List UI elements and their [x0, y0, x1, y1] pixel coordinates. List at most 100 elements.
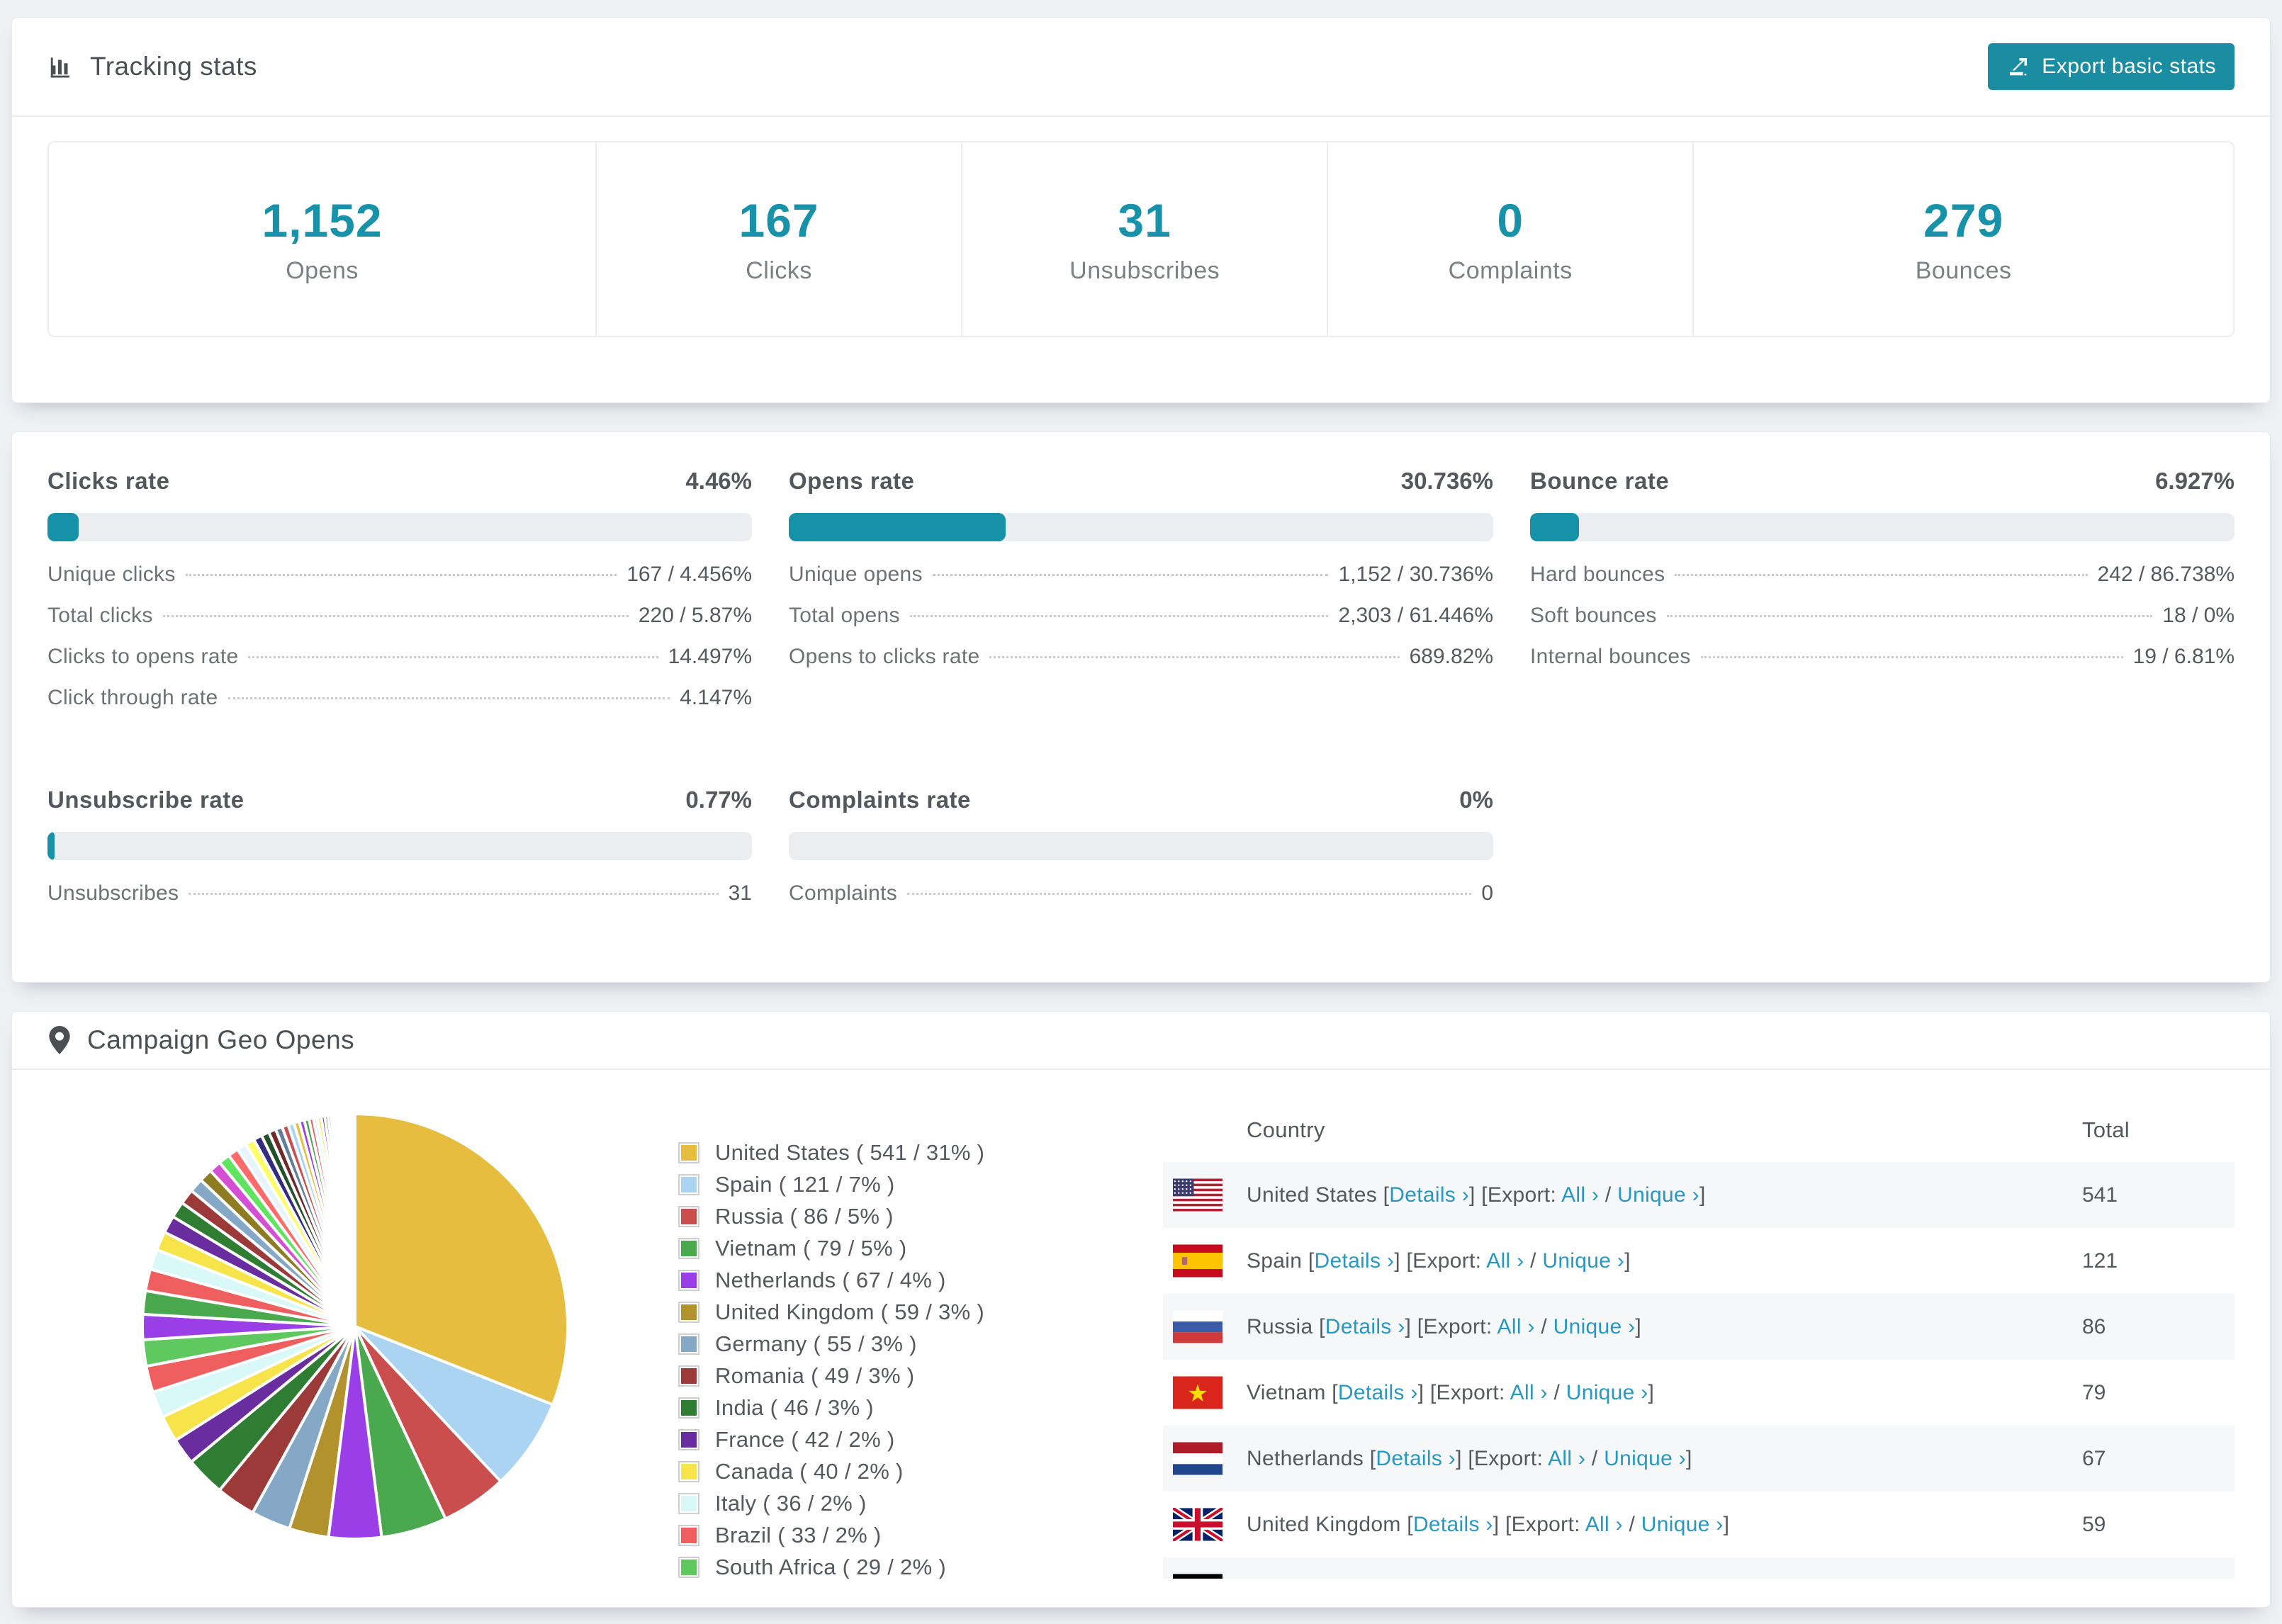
- column-header-total: Total: [2082, 1117, 2130, 1142]
- export-all-link[interactable]: All ›: [1497, 1315, 1535, 1338]
- country-name: Vietnam: [1247, 1380, 1326, 1404]
- pie-slice[interactable]: [352, 1112, 356, 1328]
- legend-label: France ( 42 / 2% ): [715, 1426, 895, 1452]
- table-row-de: Germany [Details ›] [Export: All › / Uni…: [1163, 1557, 2235, 1579]
- legend-color-swatch: [678, 1428, 699, 1450]
- rate-detail-row: Total clicks 220 / 5.87%: [47, 604, 752, 627]
- export-basic-stats-button[interactable]: Export basic stats: [1988, 43, 2235, 90]
- stat-value: 1,152: [262, 194, 383, 247]
- dotted-leader: [907, 893, 1472, 895]
- legend-item-de[interactable]: Germany ( 55 / 3% ): [678, 1328, 994, 1360]
- legend-item-es[interactable]: Spain ( 121 / 7% ): [678, 1168, 994, 1200]
- stat-cell-complaints: 0 Complaints: [1327, 142, 1692, 336]
- rates-card: Clicks rate 4.46% Unique clicks 167 / 4.456…: [11, 432, 2271, 983]
- details-link[interactable]: Details ›: [1325, 1315, 1405, 1338]
- legend-item-us[interactable]: United States ( 541 / 31% ): [678, 1137, 994, 1168]
- map-pin-icon: [49, 1026, 70, 1054]
- stat-value: 0: [1497, 194, 1524, 247]
- country-cell: Netherlands [Details ›] [Export: All › /…: [1247, 1446, 1692, 1470]
- total-cell: 79: [2082, 1380, 2106, 1404]
- stat-cell-bounces: 279 Bounces: [1692, 142, 2233, 336]
- legend-label: United Kingdom ( 59 / 3% ): [715, 1299, 984, 1324]
- legend-item-br[interactable]: Brazil ( 33 / 2% ): [678, 1519, 994, 1551]
- stat-label: Unsubscribes: [1069, 257, 1220, 284]
- legend-item-it[interactable]: Italy ( 36 / 2% ): [678, 1487, 994, 1519]
- legend-item-za[interactable]: South Africa ( 29 / 2% ): [678, 1551, 994, 1579]
- country-name: United Kingdom: [1247, 1512, 1401, 1536]
- rate-detail-row: Unique clicks 167 / 4.456%: [47, 563, 752, 586]
- stat-cell-opens: 1,152 Opens: [49, 142, 595, 336]
- nl-flag-icon: [1163, 1442, 1247, 1475]
- total-cell: 67: [2082, 1446, 2106, 1470]
- legend-color-swatch: [678, 1205, 699, 1227]
- rate-value: 30.736%: [1400, 468, 1493, 494]
- rate-detail-row: Click through rate 4.147%: [47, 686, 752, 709]
- export-all-link[interactable]: All ›: [1548, 1447, 1585, 1470]
- dotted-leader: [989, 656, 1400, 658]
- export-unique-link[interactable]: Unique ›: [1604, 1447, 1686, 1470]
- rate-value: 4.46%: [685, 468, 752, 494]
- rate-title: Opens rate: [789, 468, 915, 494]
- export-all-link[interactable]: All ›: [1510, 1381, 1548, 1404]
- legend-item-ru[interactable]: Russia ( 86 / 5% ): [678, 1200, 994, 1232]
- details-link[interactable]: Details ›: [1389, 1183, 1469, 1207]
- legend-item-ca[interactable]: Canada ( 40 / 2% ): [678, 1455, 994, 1487]
- stat-cell-clicks: 167 Clicks: [595, 142, 961, 336]
- export-icon: [2010, 57, 2028, 76]
- rate-title: Clicks rate: [47, 468, 170, 494]
- legend-color-swatch: [678, 1333, 699, 1355]
- tracking-stats-header: Tracking stats Export basic stats: [12, 18, 2270, 117]
- dotted-leader: [1666, 615, 2153, 617]
- country-name: Netherlands: [1247, 1446, 1364, 1470]
- legend-color-swatch: [678, 1237, 699, 1259]
- progress-bar: [1530, 513, 2235, 541]
- legend-item-nl[interactable]: Netherlands ( 67 / 4% ): [678, 1264, 994, 1296]
- geo-content: United States ( 541 / 31% ) Spain ( 121 /…: [12, 1070, 2270, 1579]
- rate-value: 0.77%: [685, 786, 752, 813]
- legend-color-swatch: [678, 1460, 699, 1482]
- rate-block-unsubscribe-rate: Unsubscribe rate 0.77% Unsubscribes 31: [47, 786, 752, 923]
- rate-detail-row: Internal bounces 19 / 6.81%: [1530, 645, 2235, 668]
- legend-label: Romania ( 49 / 3% ): [715, 1363, 915, 1388]
- export-all-link[interactable]: All ›: [1585, 1513, 1623, 1536]
- tracking-stats-card: Tracking stats Export basic stats 1,152 O…: [11, 17, 2271, 403]
- export-unique-link[interactable]: Unique ›: [1542, 1249, 1624, 1273]
- geo-table-header: Country Total: [1163, 1098, 2235, 1162]
- rate-title: Unsubscribe rate: [47, 786, 244, 813]
- legend-item-gb[interactable]: United Kingdom ( 59 / 3% ): [678, 1296, 994, 1328]
- details-link[interactable]: Details ›: [1338, 1381, 1418, 1404]
- details-link[interactable]: Details ›: [1413, 1513, 1493, 1536]
- rate-block-complaints-rate: Complaints rate 0% Complaints 0: [789, 786, 1493, 923]
- legend-label: United States ( 541 / 31% ): [715, 1139, 985, 1165]
- export-all-link[interactable]: All ›: [1561, 1183, 1599, 1207]
- export-unique-link[interactable]: Unique ›: [1553, 1315, 1636, 1338]
- total-cell: 541: [2082, 1183, 2118, 1207]
- legend-label: Russia ( 86 / 5% ): [715, 1203, 894, 1229]
- legend-label: India ( 46 / 3% ): [715, 1394, 874, 1420]
- legend-item-in[interactable]: India ( 46 / 3% ): [678, 1392, 994, 1423]
- legend-item-ro[interactable]: Romania ( 49 / 3% ): [678, 1360, 994, 1392]
- rate-value: 6.927%: [2155, 468, 2235, 494]
- rate-block-opens-rate: Opens rate 30.736% Unique opens 1,152 / 30.…: [789, 468, 1493, 727]
- table-row-vn: Vietnam [Details ›] [Export: All › / Uni…: [1163, 1360, 2235, 1426]
- export-unique-link[interactable]: Unique ›: [1617, 1183, 1699, 1207]
- es-flag-icon: [1163, 1244, 1247, 1278]
- dotted-leader: [189, 893, 719, 895]
- stat-value: 279: [1923, 194, 2004, 247]
- export-unique-link[interactable]: Unique ›: [1566, 1381, 1648, 1404]
- dotted-leader: [227, 697, 670, 699]
- progress-bar: [789, 513, 1493, 541]
- stat-label: Bounces: [1915, 257, 2012, 284]
- details-link[interactable]: Details ›: [1376, 1447, 1456, 1470]
- ru-flag-icon: [1163, 1310, 1247, 1343]
- dotted-leader: [248, 656, 658, 658]
- summary-stats-row: 1,152 Opens 167 Clicks 31 Unsubscribes 0 Compla…: [47, 141, 2235, 337]
- table-row-es: Spain [Details ›] [Export: All › / Uniqu…: [1163, 1228, 2235, 1294]
- legend-item-fr[interactable]: France ( 42 / 2% ): [678, 1423, 994, 1455]
- details-link[interactable]: Details ›: [1315, 1249, 1395, 1273]
- export-all-link[interactable]: All ›: [1486, 1249, 1524, 1273]
- export-unique-link[interactable]: Unique ›: [1641, 1513, 1724, 1536]
- geo-opens-pie-chart: [141, 1112, 569, 1540]
- rate-detail-row: Unsubscribes 31: [47, 881, 752, 905]
- legend-item-vn[interactable]: Vietnam ( 79 / 5% ): [678, 1232, 994, 1264]
